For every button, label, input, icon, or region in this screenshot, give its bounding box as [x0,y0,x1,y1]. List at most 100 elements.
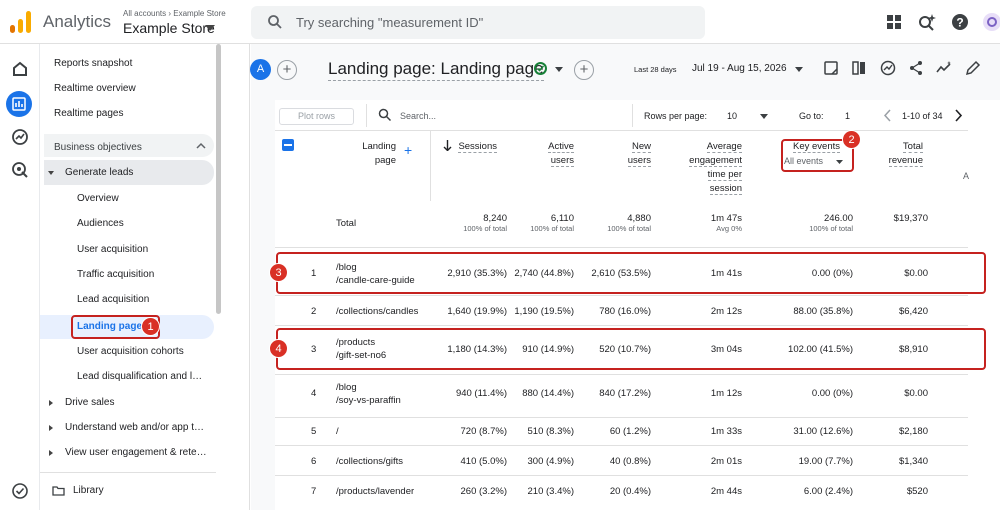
chevron-left-icon[interactable] [883,109,892,122]
account-breadcrumb[interactable]: All accounts › Example Store [123,9,226,18]
row-4-new-users: 840 (17.2%) [599,388,651,399]
row-7-revenue: $520 [906,486,928,497]
col-landing-page[interactable]: Landing page [340,140,396,168]
annotation-box-3 [276,252,986,294]
col-avg-line1: Average [706,141,742,153]
edit-pencil-icon[interactable] [965,60,981,76]
date-range-picker[interactable]: Jul 19 - Aug 15, 2026 [692,63,787,74]
total-sessions: 8,240 100% of total [440,213,507,233]
col-sessions[interactable]: Sessions [449,140,497,154]
help-icon[interactable]: ? [950,12,970,32]
row-5-number: 5 [311,426,317,437]
row-5-avg-engagement: 1m 33s [710,426,742,437]
date-range-label: Last 28 days [634,65,677,74]
caret-right-icon[interactable] [49,450,53,456]
add-dimension-button[interactable]: + [404,143,412,157]
chevron-right-icon[interactable] [954,109,963,122]
row-5-page-line1: / [336,426,339,437]
row-2-key-events: 88.00 (35.8%) [793,306,853,317]
total-key-events-sub: 100% of total [809,224,853,233]
col-avg-engagement[interactable]: Average engagement time per session [672,140,742,196]
add-report-button[interactable]: + [574,60,594,80]
explore-icon[interactable] [10,127,30,147]
nav-library[interactable]: Library [73,485,104,496]
total-new-users-value: 4,880 [627,213,651,224]
nav-scrollbar[interactable] [216,44,221,314]
nav-overview[interactable]: Overview [77,193,119,204]
add-comparison-button[interactable]: + [277,60,297,80]
nav-view-user-engagement[interactable]: View user engagement & rete… [65,447,207,458]
total-new-users-sub: 100% of total [607,224,651,233]
analytics-logo-icon[interactable] [10,11,32,33]
top-bar: Analytics All accounts › Example Store E… [0,0,1000,44]
row-4-active-users: 880 (14.4%) [522,388,574,399]
col-new-users[interactable]: New users [600,140,651,168]
col-active-users-line2: users [550,155,574,167]
search-insights-icon[interactable] [917,12,937,32]
nav-business-objectives[interactable]: Business objectives [54,142,142,153]
annotation-badge-4: 4 [269,339,288,358]
annotation-badge-3: 3 [269,263,288,282]
search-icon [268,15,282,29]
table-search-input[interactable]: Search... [400,111,436,121]
nav-generate-leads[interactable]: Generate leads [65,167,133,178]
col-active-users[interactable]: Active users [520,140,574,168]
col-new-users-line1: New [631,141,651,153]
admin-check-icon[interactable] [10,481,30,501]
nav-user-acquisition[interactable]: User acquisition [77,244,148,255]
insights-icon[interactable] [880,60,896,76]
trend-icon[interactable] [936,60,952,76]
rows-dropdown-icon[interactable] [760,114,768,119]
rows-per-page-select[interactable]: 10 [727,111,737,121]
home-icon[interactable] [10,59,30,79]
nav-lead-disqualification[interactable]: Lead disqualification and l… [77,371,202,382]
nav-lead-acquisition[interactable]: Lead acquisition [77,294,149,305]
row-5-active-users: 510 (8.3%) [527,426,574,437]
nav-audiences[interactable]: Audiences [77,218,124,229]
nav-realtime-overview[interactable]: Realtime overview [54,83,136,94]
reports-nav: Reports snapshot Realtime overview Realt… [40,44,250,510]
search-input[interactable]: Try searching "measurement ID" [251,6,705,39]
nav-reports-snapshot[interactable]: Reports snapshot [54,58,132,69]
col-active-users-line1: Active [548,141,574,153]
row-7-number: 7 [311,486,317,497]
row-6-avg-engagement: 2m 01s [710,456,742,467]
chevron-up-icon[interactable] [196,142,206,150]
nav-drive-sales[interactable]: Drive sales [65,397,114,408]
caret-right-icon[interactable] [49,425,53,431]
select-all-checkbox[interactable] [282,139,294,151]
compare-icon[interactable] [851,60,867,76]
nav-realtime-pages[interactable]: Realtime pages [54,108,123,119]
account-selector[interactable]: Example Store [123,20,215,36]
plot-rows-button[interactable]: Plot rows [279,108,354,125]
row-4-page-line1: /blog [336,382,357,393]
row-2-landing-page[interactable]: /collections/candles [336,306,418,317]
account-icon[interactable] [982,12,1000,32]
total-avg-engagement: 1m 47s Avg 0% [675,213,742,233]
caret-right-icon[interactable] [49,400,53,406]
apps-icon[interactable] [884,12,904,32]
advertising-icon[interactable] [10,160,30,180]
col-total-revenue[interactable]: Total revenue [870,140,923,168]
comparison-avatar[interactable]: A [250,59,271,80]
share-icon[interactable] [908,60,924,76]
reports-icon[interactable] [6,91,32,117]
page-title[interactable]: Landing page: Landing page [328,59,544,81]
col-new-users-line2: users [627,155,651,167]
svg-text:?: ? [956,16,963,30]
total-active-users: 6,110 100% of total [507,213,574,233]
nav-user-acquisition-cohorts[interactable]: User acquisition cohorts [77,346,184,357]
goto-input[interactable]: 1 [845,111,850,121]
customize-report-icon[interactable] [823,60,839,76]
chevron-down-icon[interactable] [205,25,215,31]
caret-down-icon[interactable] [48,171,54,175]
row-7-landing-page[interactable]: /products/lavender [336,486,414,497]
row-4-landing-page[interactable]: /blog/soy-vs-paraffin [336,381,401,407]
row-divider [275,247,968,248]
row-6-landing-page[interactable]: /collections/gifts [336,456,403,467]
nav-understand-web-app[interactable]: Understand web and/or app t… [65,422,204,433]
nav-traffic-acquisition[interactable]: Traffic acquisition [77,269,154,280]
date-dropdown-icon[interactable] [795,67,803,72]
title-dropdown-icon[interactable] [555,67,563,72]
row-5-landing-page[interactable]: / [336,426,339,437]
